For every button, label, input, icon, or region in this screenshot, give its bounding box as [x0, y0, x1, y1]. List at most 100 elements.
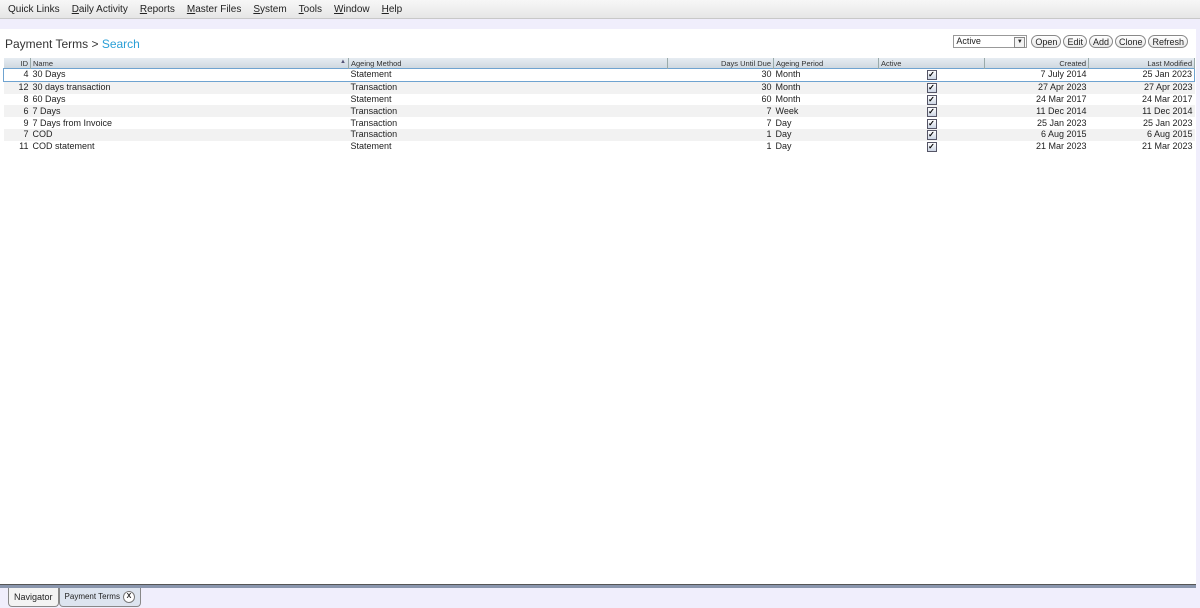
cell-active: ✓ — [878, 68, 985, 82]
chevron-down-icon[interactable]: ▼ — [1014, 37, 1026, 48]
table-row[interactable]: 7 COD Transaction 1 Day ✓ 6 Aug 2015 6 Aug 2015 — [3, 128, 1195, 141]
cell-ageing-method: Statement — [348, 68, 668, 82]
tab-navigator-label: Navigator — [14, 592, 53, 602]
clone-button[interactable]: Clone — [1114, 35, 1147, 48]
cell-created: 21 Mar 2023 — [1035, 141, 1087, 152]
column-header-ageing-method[interactable]: Ageing Method — [348, 58, 668, 69]
cell-ageing-method: Statement — [350, 141, 392, 152]
main-panel: Payment Terms > Search Active ▼ Open Edit… — [0, 29, 1196, 584]
cell-id: 6 — [3, 105, 31, 118]
cell-created: 7 July 2014 — [984, 68, 1089, 82]
menu-daily-activity[interactable]: Daily Activity — [66, 4, 134, 15]
active-checkbox[interactable]: ✓ — [926, 70, 937, 81]
cell-name: 30 Days — [30, 68, 349, 82]
cell-last-modified: 25 Jan 2023 — [1088, 68, 1195, 82]
payment-terms-table: ID Name ▲ Ageing Method Days Until Due Ag… — [3, 58, 1195, 153]
window-tab-divider — [0, 584, 1196, 588]
cell-id: 8 — [23, 93, 29, 104]
cell-last-modified: 11 Dec 2014 — [1088, 105, 1195, 118]
cell-name: 60 Days — [32, 93, 66, 104]
cell-created: 27 Apr 2023 — [984, 81, 1089, 94]
active-checkbox[interactable]: ✓ — [926, 118, 937, 129]
breadcrumb-root: Payment Terms — [5, 37, 89, 51]
cell-active: ✓ — [879, 117, 985, 129]
column-header-days-until-due[interactable]: Days Until Due — [667, 58, 774, 69]
cell-name: 30 days transaction — [30, 81, 349, 94]
cell-name: COD statement — [32, 141, 95, 152]
table-row[interactable]: 8 60 Days Statement 60 Month ✓ 24 Mar 2017 24 M… — [4, 94, 1195, 106]
cell-created: 24 Mar 2017 — [1035, 93, 1087, 104]
cell-days-until-due: 7 — [766, 117, 772, 128]
menu-bar: Quick Links Daily Activity Reports Master F… — [0, 0, 1200, 19]
page-title: Payment Terms > Search — [5, 37, 140, 51]
cell-last-modified: 27 Apr 2023 — [1088, 81, 1195, 94]
refresh-button[interactable]: Refresh — [1148, 35, 1188, 48]
cell-ageing-method: Statement — [350, 93, 392, 104]
active-checkbox[interactable]: ✓ — [926, 142, 937, 153]
cell-last-modified: 25 Jan 2023 — [1142, 117, 1193, 128]
window-tabs: Navigator Payment Terms X — [8, 588, 141, 607]
tab-payment-terms[interactable]: Payment Terms X — [58, 588, 141, 607]
menu-master-files[interactable]: Master Files — [181, 4, 247, 15]
cell-ageing-method: Transaction — [348, 128, 668, 141]
cell-ageing-period: Day — [775, 141, 792, 152]
active-checkbox[interactable]: ✓ — [926, 94, 937, 105]
column-header-created[interactable]: Created — [984, 58, 1089, 69]
cell-days-until-due: 1 — [667, 128, 774, 141]
table-row[interactable]: 97 Days from Invoice Transaction 7 Day ✓ 25 J… — [4, 117, 1195, 129]
tab-navigator[interactable]: Navigator — [8, 588, 59, 607]
active-checkbox[interactable]: ✓ — [926, 130, 937, 141]
add-button[interactable]: Add — [1088, 35, 1113, 48]
menu-quick-links[interactable]: Quick Links — [0, 4, 66, 15]
cell-days-until-due: 1 — [766, 141, 772, 152]
menu-tools[interactable]: Tools — [293, 4, 328, 15]
cell-active: ✓ — [878, 105, 985, 118]
menu-reports[interactable]: Reports — [134, 4, 181, 15]
status-filter-value: Active — [956, 36, 981, 46]
cell-name: 7 Days — [30, 105, 349, 118]
sort-ascending-icon: ▲ — [340, 58, 346, 65]
cell-active: ✓ — [879, 141, 985, 153]
cell-ageing-period: Day — [773, 128, 879, 141]
column-header-ageing-period[interactable]: Ageing Period — [773, 58, 879, 69]
cell-active: ✓ — [878, 81, 985, 94]
toolbar: Active ▼ Open Edit Add Clone Refresh — [953, 35, 1188, 48]
active-checkbox[interactable]: ✓ — [926, 106, 937, 117]
cell-id: 7 — [3, 128, 31, 141]
cell-ageing-period: Day — [775, 117, 792, 128]
table-row[interactable]: 12 30 days transaction Transaction 30 Month ✓… — [3, 81, 1195, 94]
cell-ageing-method: Transaction — [348, 105, 668, 118]
cell-created: 25 Jan 2023 — [1036, 117, 1087, 128]
edit-button[interactable]: Edit — [1063, 35, 1087, 48]
menu-window[interactable]: Window — [328, 4, 376, 15]
table-row[interactable]: 4 30 Days Statement 30 Month ✓ 7 July 2014 25 J… — [3, 68, 1195, 82]
active-checkbox[interactable]: ✓ — [926, 83, 937, 94]
cell-created: 6 Aug 2015 — [984, 128, 1089, 141]
breadcrumb-separator: > — [88, 37, 102, 51]
close-icon[interactable]: X — [122, 591, 135, 603]
table-row[interactable]: 11 COD statement Statement 1 Day ✓ 21 Mar 2023… — [4, 141, 1195, 153]
cell-days-until-due: 60 — [761, 93, 772, 104]
open-button[interactable]: Open — [1031, 35, 1062, 48]
table-row[interactable]: 67 Days Transaction 7 Week ✓ 11 Dec 2014 11 De… — [3, 105, 1195, 118]
menu-help[interactable]: Help — [376, 4, 409, 15]
cell-ageing-method: Transaction — [348, 81, 668, 94]
column-header-active[interactable]: Active — [878, 58, 985, 69]
cell-active: ✓ — [878, 128, 985, 141]
column-header-name[interactable]: Name ▲ — [30, 58, 349, 69]
cell-id: 4 — [3, 68, 31, 82]
cell-ageing-period: Month — [775, 93, 801, 104]
column-header-name-label: Name — [33, 58, 54, 68]
menu-system[interactable]: System — [247, 4, 292, 15]
cell-id: 11 — [19, 141, 29, 152]
breadcrumb-current: Search — [101, 37, 140, 51]
tab-payment-terms-label: Payment Terms — [64, 592, 120, 601]
cell-days-until-due: 30 — [667, 81, 774, 94]
column-header-id[interactable]: ID — [3, 58, 31, 69]
cell-last-modified: 6 Aug 2015 — [1088, 128, 1195, 141]
column-header-last-modified[interactable]: Last Modified — [1088, 58, 1195, 69]
status-filter-select[interactable]: Active ▼ — [953, 35, 1028, 48]
cell-name: 7 Days from Invoice — [32, 117, 113, 128]
cell-created: 11 Dec 2014 — [984, 105, 1089, 118]
cell-ageing-period: Month — [773, 68, 879, 82]
